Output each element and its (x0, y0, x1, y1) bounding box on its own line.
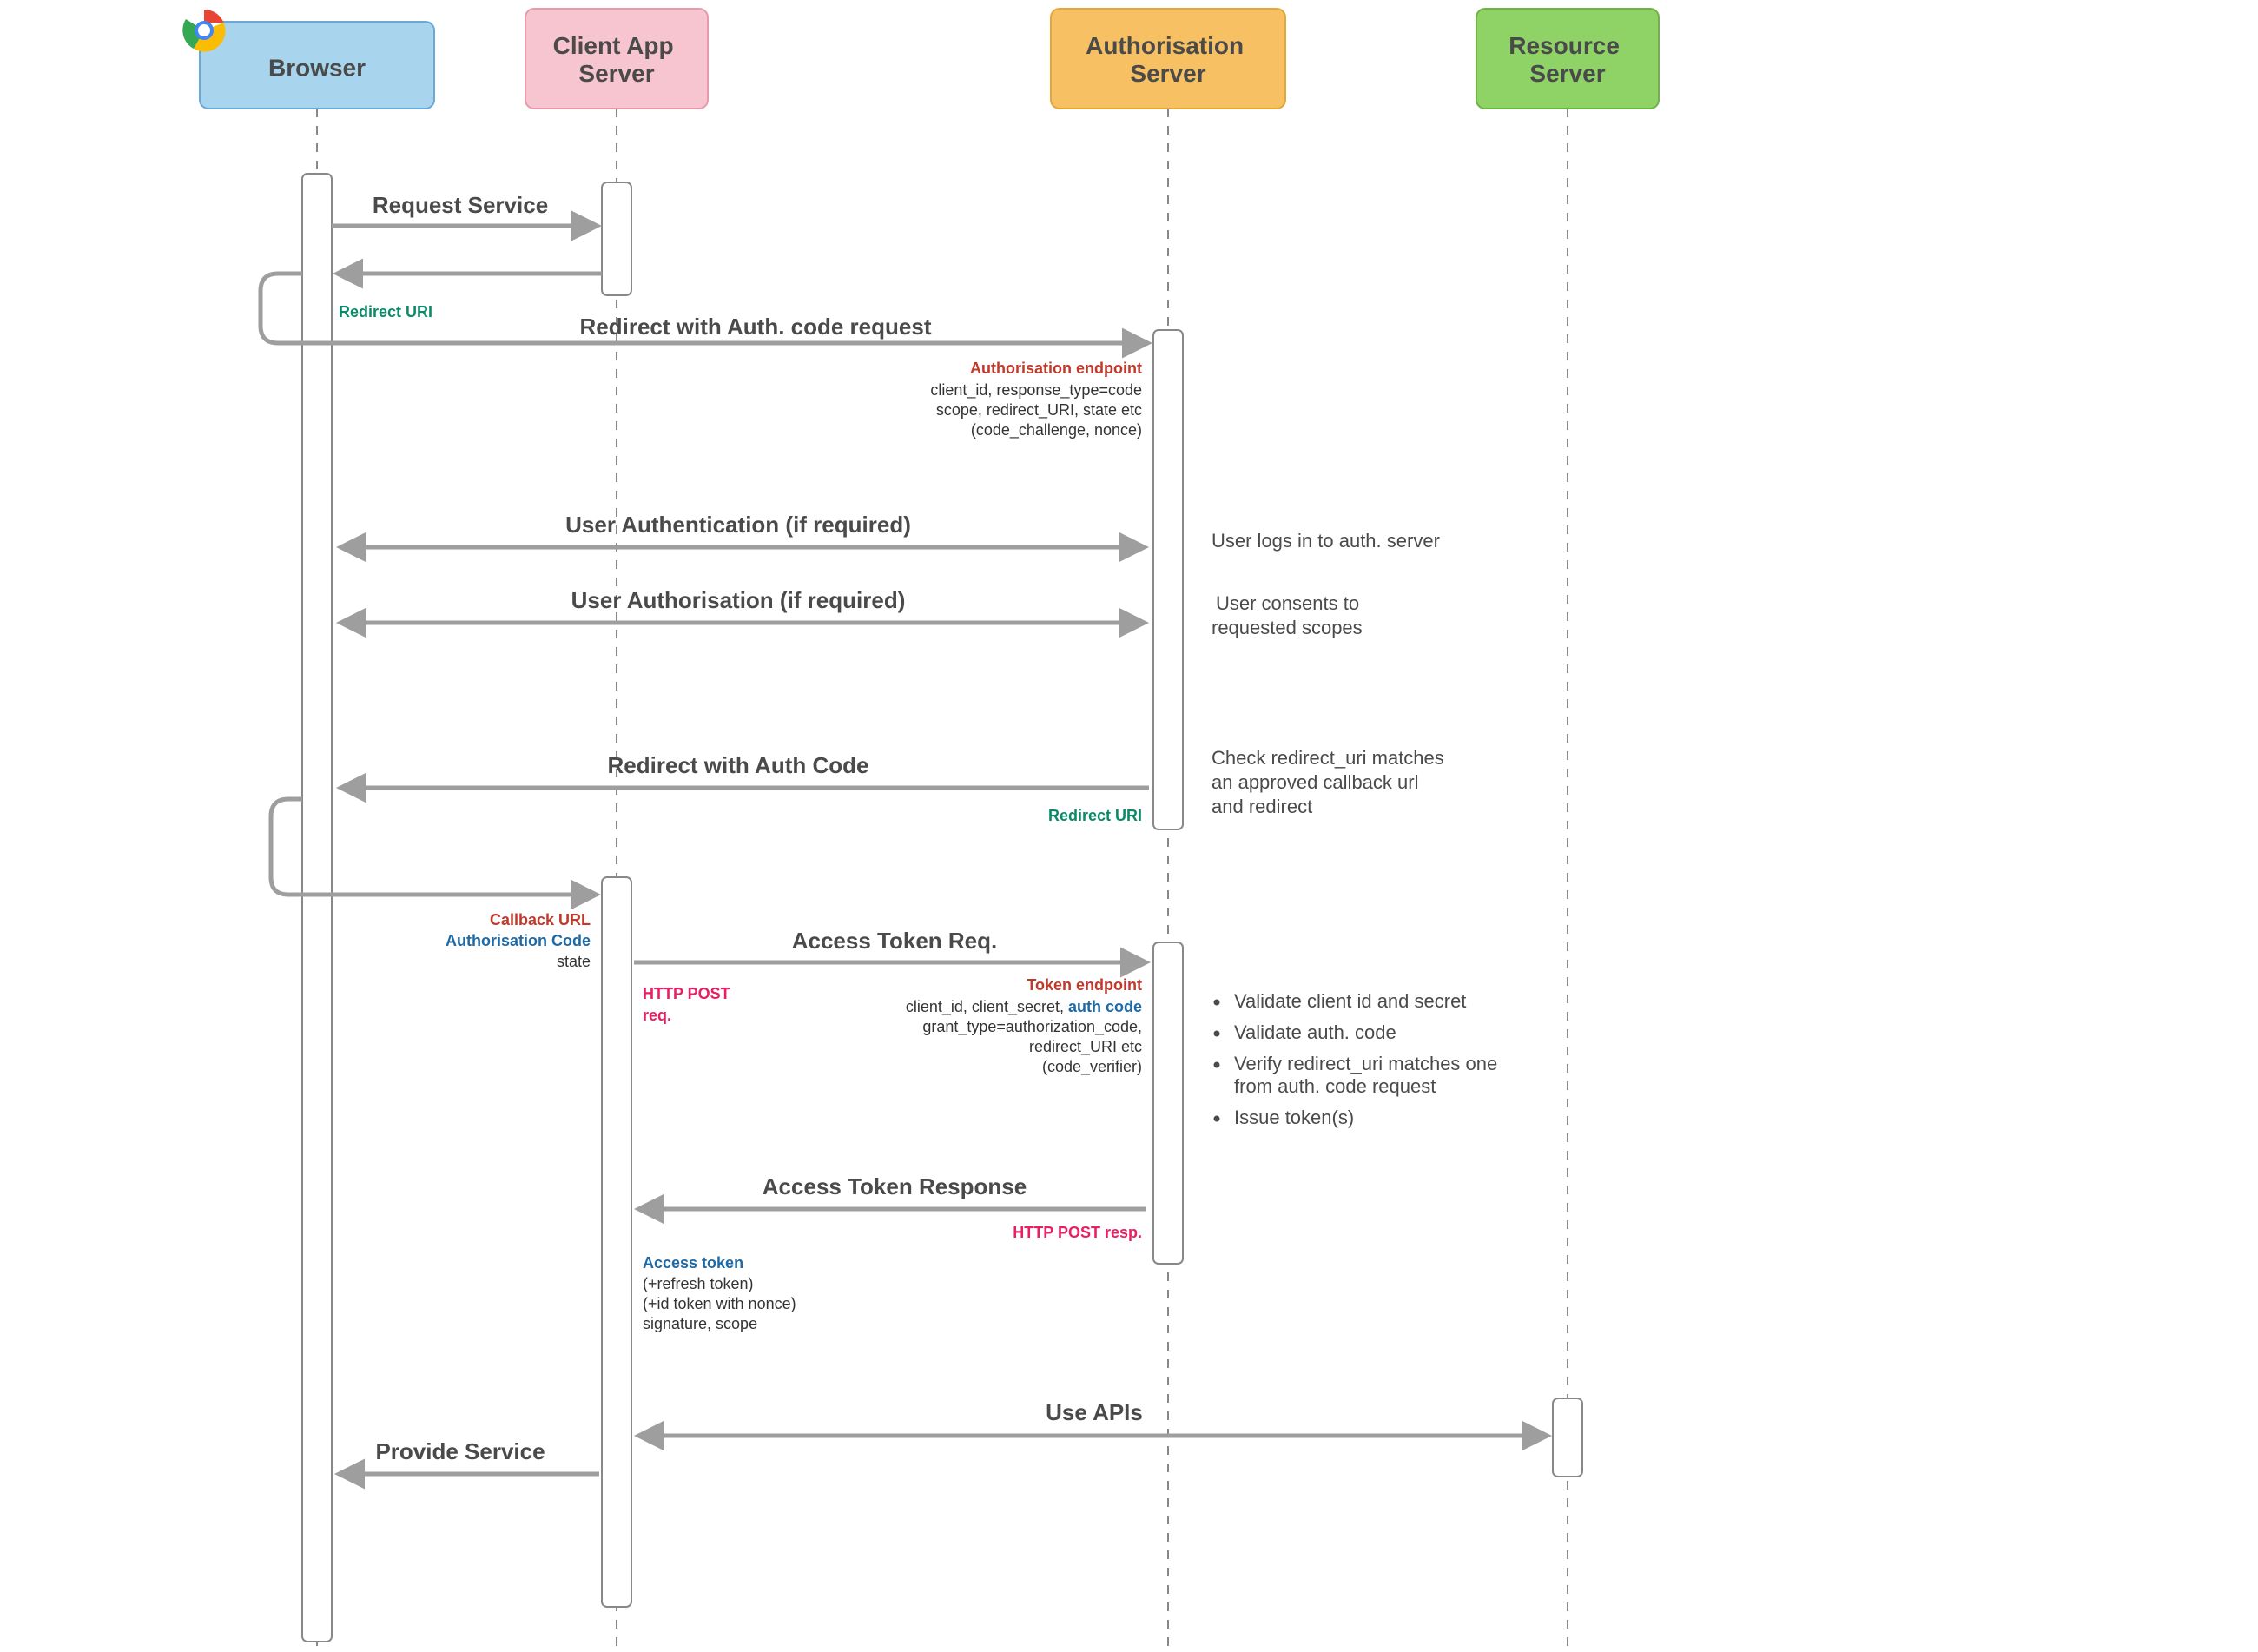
activation-auth-1 (1153, 330, 1183, 829)
msg-use-apis: Use APIs (1046, 1399, 1143, 1425)
msg-redirect-with-code: Redirect with Auth Code (608, 752, 869, 778)
msg-user-authz: User Authorisation (if required) (571, 587, 906, 613)
label-http-post-req-2: req. (643, 1007, 671, 1024)
actor-browser: Browser (182, 10, 434, 109)
activation-resource (1553, 1398, 1582, 1477)
note-token-endpoint-l1: client_id, client_secret, auth code (906, 998, 1142, 1016)
note-auth-endpoint: Authorisation endpoint client_id, respon… (930, 360, 1142, 439)
msg-provide-service: Provide Service (375, 1438, 545, 1464)
label-authz-code: Authorisation Code (446, 932, 591, 949)
svg-text:Check redirect_uri matches: Check redirect_uri matches (1212, 747, 1444, 769)
msg-request-service: Request Service (373, 192, 548, 218)
activation-browser (302, 174, 332, 1642)
note-auth-endpoint-l3: (code_challenge, nonce) (971, 421, 1142, 439)
svg-text:and redirect: and redirect (1212, 796, 1312, 817)
note-access-token: Access token (+refresh token) (+id token… (643, 1254, 796, 1332)
label-token-endpoint: Token endpoint (1027, 976, 1142, 994)
sequence-diagram-svg: Browser Client App Server Authorisation … (0, 0, 2258, 1652)
msg-access-token-resp: Access Token Response (763, 1173, 1027, 1199)
chrome-icon (182, 10, 225, 51)
actor-client: Client App Server (525, 9, 708, 109)
note-callback: Callback URL Authorisation Code state (446, 911, 591, 970)
activation-auth-2 (1153, 942, 1183, 1264)
note-token-endpoint-l2: grant_type=authorization_code, (922, 1018, 1142, 1036)
note-user-authn: User logs in to auth. server (1212, 530, 1440, 552)
actor-auth: Authorisation Server (1051, 9, 1285, 109)
note-validate-bullets: Validate client id and secret Validate au… (1214, 990, 1498, 1128)
activation-client-2 (602, 877, 631, 1607)
note-token-endpoint-l3: redirect_URI etc (1029, 1038, 1142, 1056)
actor-resource: Resource Server (1476, 9, 1659, 109)
label-redirect-uri-1: Redirect URI (339, 303, 432, 320)
svg-text:an approved callback url: an approved callback url (1212, 771, 1418, 793)
diagram-root: Browser Client App Server Authorisation … (0, 0, 2258, 1652)
svg-text:Issue token(s): Issue token(s) (1234, 1107, 1354, 1128)
note-token-endpoint: Token endpoint client_id, client_secret,… (906, 976, 1142, 1076)
label-state: state (557, 953, 591, 970)
msg-user-authn: User Authentication (if required) (565, 512, 911, 538)
label-auth-endpoint: Authorisation endpoint (970, 360, 1142, 377)
note-token-endpoint-l4: (code_verifier) (1042, 1058, 1142, 1076)
note-user-authz-l1: User consents to (1216, 592, 1359, 614)
note-auth-endpoint-l2: scope, redirect_URI, state etc (936, 401, 1142, 420)
activation-client-1 (602, 182, 631, 295)
note-resp-l3: signature, scope (643, 1315, 757, 1332)
note-user-authz-l2: requested scopes (1212, 617, 1363, 638)
svg-text:Verify redirect_uri matches on: Verify redirect_uri matches one (1234, 1053, 1497, 1074)
label-access-token: Access token (643, 1254, 743, 1272)
label-http-post-resp: HTTP POST resp. (1013, 1224, 1142, 1241)
svg-text:Validate auth. code: Validate auth. code (1234, 1021, 1396, 1043)
note-redirect-check: Check redirect_uri matches an approved c… (1212, 747, 1444, 817)
note-auth-endpoint-l1: client_id, response_type=code (930, 381, 1142, 400)
svg-text:Validate client id and secret: Validate client id and secret (1234, 990, 1466, 1012)
actor-browser-label: Browser (268, 54, 366, 81)
msg-access-token-req: Access Token Req. (792, 928, 998, 954)
label-callback-url: Callback URL (490, 911, 591, 928)
note-resp-l1: (+refresh token) (643, 1275, 754, 1292)
label-http-post-req-1: HTTP POST (643, 985, 730, 1002)
note-resp-l2: (+id token with nonce) (643, 1295, 796, 1312)
msg-redirect-auth-code-req: Redirect with Auth. code request (580, 314, 932, 340)
label-redirect-uri-2: Redirect URI (1048, 807, 1142, 824)
svg-text:from auth. code request: from auth. code request (1234, 1075, 1436, 1097)
